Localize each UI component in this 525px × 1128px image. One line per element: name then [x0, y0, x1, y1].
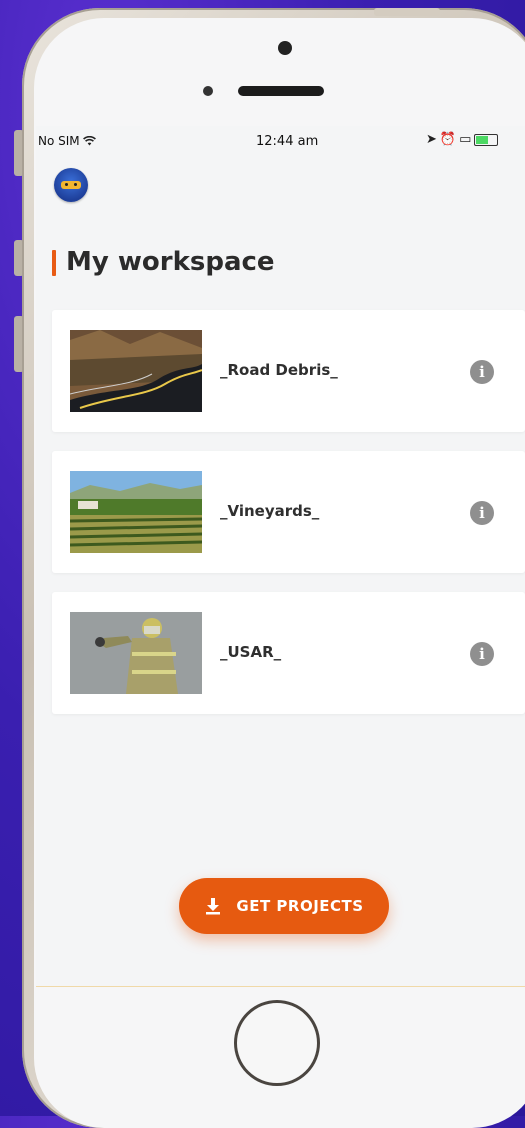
earpiece-speaker	[238, 86, 324, 96]
info-icon[interactable]: i	[470, 501, 494, 525]
home-divider	[36, 986, 525, 987]
firefighter-image	[70, 612, 202, 694]
road-image	[70, 330, 202, 412]
status-icons: ➤⏰▭	[426, 132, 499, 147]
front-camera	[278, 41, 292, 55]
get-projects-button[interactable]: GET PROJECTS	[179, 878, 389, 934]
info-icon[interactable]: i	[470, 360, 494, 384]
airplay-icon: ▭	[459, 132, 475, 147]
location-arrow-icon: ➤	[426, 132, 440, 147]
project-card-usar[interactable]: _USAR_ i	[52, 592, 525, 714]
get-projects-label: GET PROJECTS	[236, 897, 364, 915]
power-button	[374, 8, 440, 16]
proximity-sensor	[203, 86, 213, 96]
wifi-icon	[83, 134, 97, 148]
avatar[interactable]	[54, 168, 88, 202]
carrier-label: No SIM	[38, 134, 97, 148]
title-accent-bar	[52, 250, 56, 276]
status-time: 12:44 am	[256, 134, 319, 149]
project-card-road-debris[interactable]: _Road Debris_ i	[52, 310, 525, 432]
project-name: _Vineyards_	[220, 502, 320, 520]
project-name: _Road Debris_	[220, 361, 338, 379]
home-button[interactable]	[234, 1000, 320, 1086]
project-name: _USAR_	[220, 643, 282, 661]
download-icon	[204, 897, 222, 915]
app-screen: No SIM 12:44 am ➤⏰▭ My workspace _Road D…	[36, 126, 525, 986]
page-title: My workspace	[66, 247, 275, 277]
status-bar: No SIM 12:44 am ➤⏰▭	[36, 126, 525, 156]
vineyard-image	[70, 471, 202, 553]
project-card-vineyards[interactable]: _Vineyards_ i	[52, 451, 525, 573]
info-icon[interactable]: i	[470, 642, 494, 666]
battery-icon	[474, 133, 499, 146]
alarm-icon: ⏰	[439, 132, 460, 147]
